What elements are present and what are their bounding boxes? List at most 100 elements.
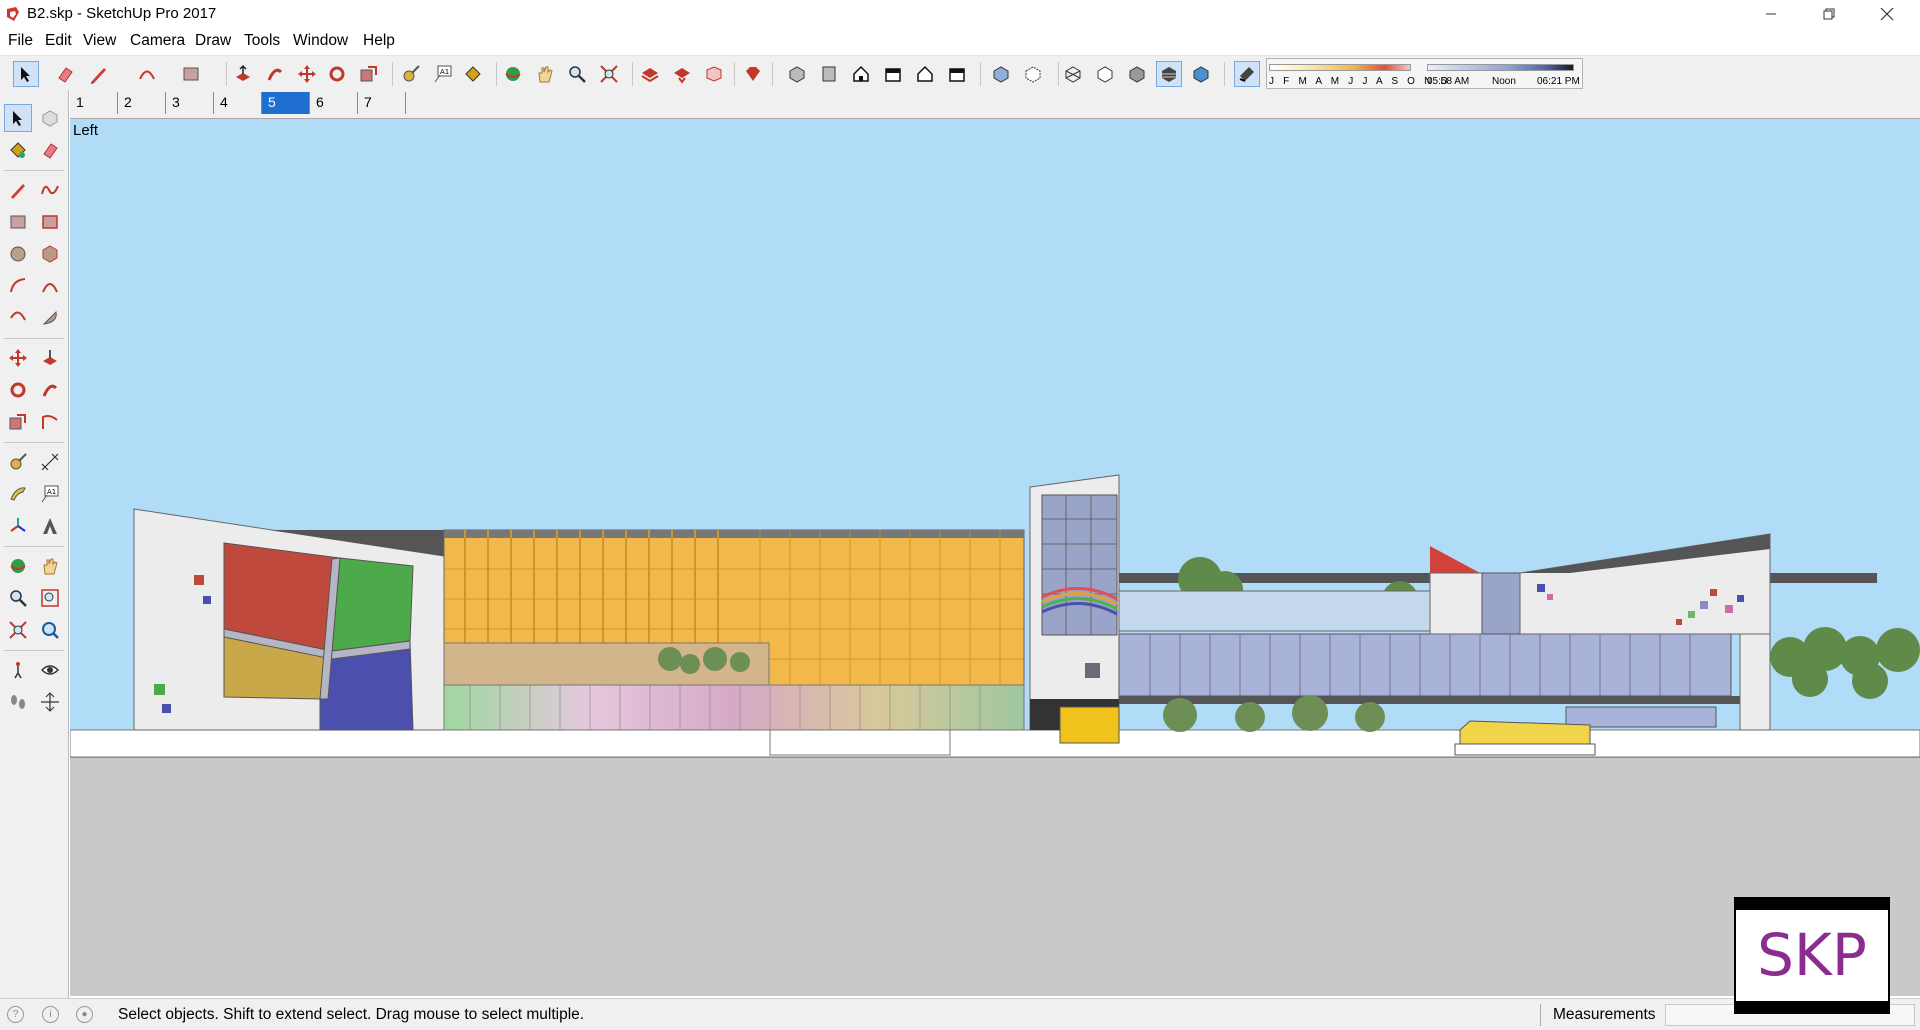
- zoom-extents-icon: [600, 65, 618, 83]
- lt-3pt-arc-button[interactable]: [4, 304, 32, 332]
- move-tool-button[interactable]: [294, 61, 320, 87]
- share-component-button[interactable]: [701, 61, 727, 87]
- pan-tool-button[interactable]: [532, 61, 558, 87]
- orbit-tool-button[interactable]: [500, 61, 526, 87]
- warehouse-button[interactable]: [637, 61, 663, 87]
- restore-button[interactable]: [1800, 0, 1858, 28]
- lt-scale-button[interactable]: [4, 408, 32, 436]
- lt-follow-me-button[interactable]: [36, 376, 64, 404]
- extension-warehouse-button[interactable]: [740, 61, 766, 87]
- lt-move-button[interactable]: [4, 344, 32, 372]
- lt-position-camera-button[interactable]: [4, 656, 32, 684]
- follow-me-tool-button[interactable]: [262, 61, 288, 87]
- time-slider[interactable]: [1427, 64, 1574, 71]
- menu-file[interactable]: File: [8, 32, 33, 50]
- scale-icon: [360, 66, 377, 82]
- lt-3d-text-button[interactable]: [36, 512, 64, 540]
- lt-rotated-rectangle-button[interactable]: [36, 208, 64, 236]
- zoom-tool-button[interactable]: [564, 61, 590, 87]
- lt-axes-button[interactable]: [4, 512, 32, 540]
- lt-make-component-button[interactable]: [36, 104, 64, 132]
- credits-icon[interactable]: i: [42, 1006, 59, 1023]
- lt-section-plane-button[interactable]: [36, 688, 64, 716]
- zoom-extents-button[interactable]: [596, 61, 622, 87]
- shadows-toggle-button[interactable]: [1234, 61, 1260, 87]
- rotate-tool-button[interactable]: [324, 61, 350, 87]
- minimize-button[interactable]: [1742, 0, 1800, 28]
- scene-tab-5[interactable]: 5: [262, 92, 310, 114]
- lt-eraser-button[interactable]: [36, 136, 64, 164]
- lt-pan-button[interactable]: [36, 552, 64, 580]
- share-model-button[interactable]: [669, 61, 695, 87]
- user-account-icon[interactable]: ●: [76, 1006, 93, 1023]
- shaded-style-button[interactable]: [1124, 61, 1150, 87]
- scene-tab-6[interactable]: 6: [310, 92, 358, 114]
- iso-view-button[interactable]: [784, 61, 810, 87]
- lt-orbit-button[interactable]: [4, 552, 32, 580]
- scale-tool-button[interactable]: [356, 61, 382, 87]
- lt-push-pull-button[interactable]: [36, 344, 64, 372]
- lt-zoom-window-button[interactable]: [36, 584, 64, 612]
- close-button[interactable]: [1858, 0, 1916, 28]
- menu-view[interactable]: View: [83, 32, 116, 50]
- lt-line-button[interactable]: [4, 176, 32, 204]
- arc-tool-button[interactable]: [134, 61, 160, 87]
- eraser-tool-button[interactable]: [52, 61, 78, 87]
- lt-tape-measure-button[interactable]: [4, 448, 32, 476]
- date-slider[interactable]: [1269, 64, 1411, 71]
- lt-2pt-arc-button[interactable]: [36, 272, 64, 300]
- scene-tab-4[interactable]: 4: [214, 92, 262, 114]
- push-pull-tool-button[interactable]: [230, 61, 256, 87]
- tape-measure-tool-button[interactable]: [398, 61, 424, 87]
- menu-tools[interactable]: Tools: [244, 32, 280, 50]
- left-view-button[interactable]: [944, 61, 970, 87]
- entrance-ramp: [769, 729, 951, 756]
- menu-window[interactable]: Window: [293, 32, 348, 50]
- menu-edit[interactable]: Edit: [45, 32, 72, 50]
- lt-zoom-button[interactable]: [4, 584, 32, 612]
- lt-rotate-button[interactable]: [4, 376, 32, 404]
- back-edges-button[interactable]: [1020, 61, 1046, 87]
- text-tool-button[interactable]: A1: [430, 61, 456, 87]
- lt-zoom-extents-button[interactable]: [4, 616, 32, 644]
- front-view-button[interactable]: [848, 61, 874, 87]
- geolocation-icon[interactable]: ?: [7, 1006, 24, 1023]
- lt-circle-button[interactable]: [4, 240, 32, 268]
- lt-rectangle-button[interactable]: [4, 208, 32, 236]
- back-view-button[interactable]: [912, 61, 938, 87]
- menu-draw[interactable]: Draw: [195, 32, 231, 50]
- lt-look-around-button[interactable]: [36, 656, 64, 684]
- paint-bucket-tool-button[interactable]: [460, 61, 486, 87]
- lt-arc-button[interactable]: [4, 272, 32, 300]
- hidden-line-button[interactable]: [1092, 61, 1118, 87]
- shaded-textures-button[interactable]: [1156, 61, 1182, 87]
- lt-polygon-button[interactable]: [36, 240, 64, 268]
- wireframe-style-button[interactable]: [1060, 61, 1086, 87]
- lt-offset-button[interactable]: [36, 408, 64, 436]
- model-viewport[interactable]: Left: [70, 118, 1920, 996]
- lt-paint-bucket-button[interactable]: [4, 136, 32, 164]
- lt-pie-button[interactable]: [36, 304, 64, 332]
- menu-camera[interactable]: Camera: [130, 32, 185, 50]
- menu-help[interactable]: Help: [363, 32, 395, 50]
- scene-tab-7[interactable]: 7: [358, 92, 406, 114]
- lt-walk-button[interactable]: [4, 688, 32, 716]
- scene-tab-2[interactable]: 2: [118, 92, 166, 114]
- lt-dimension-button[interactable]: [36, 448, 64, 476]
- line-tool-button[interactable]: [86, 61, 112, 87]
- lt-select-button[interactable]: [4, 104, 32, 132]
- lt-protractor-button[interactable]: [4, 480, 32, 508]
- lt-previous-view-button[interactable]: [36, 616, 64, 644]
- xray-style-button[interactable]: [988, 61, 1014, 87]
- site-steps: [1454, 743, 1596, 756]
- scene-tab-1[interactable]: 1: [70, 92, 118, 114]
- right-view-button[interactable]: [880, 61, 906, 87]
- pencil-icon: [91, 68, 106, 84]
- lt-text-button[interactable]: A1: [36, 480, 64, 508]
- monochrome-button[interactable]: [1188, 61, 1214, 87]
- top-view-button[interactable]: [816, 61, 842, 87]
- select-tool-button[interactable]: [13, 61, 39, 87]
- scene-tab-3[interactable]: 3: [166, 92, 214, 114]
- lt-freehand-button[interactable]: [36, 176, 64, 204]
- rectangle-tool-button[interactable]: [178, 61, 204, 87]
